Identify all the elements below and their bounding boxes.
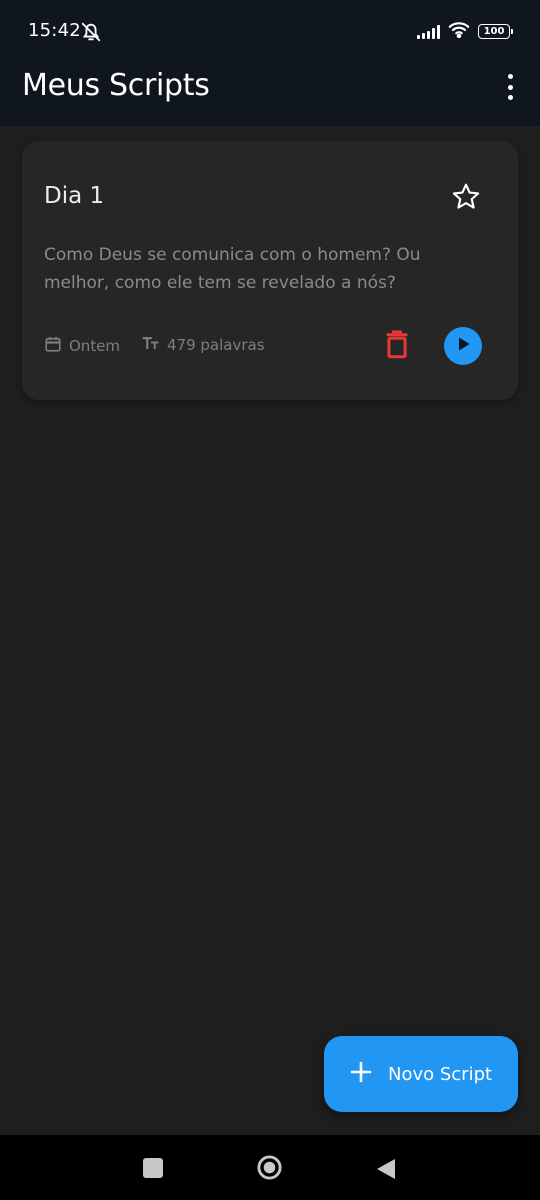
text-size-icon <box>142 335 160 355</box>
new-script-button[interactable]: Novo Script <box>324 1036 518 1112</box>
script-date-label: Ontem <box>69 337 121 355</box>
word-count-label: 479 palavras <box>167 336 265 354</box>
navigation-bar <box>0 1135 540 1200</box>
play-icon <box>455 336 471 356</box>
script-date: Ontem <box>44 335 120 357</box>
calendar-icon <box>44 335 62 357</box>
battery-icon: 100 <box>478 24 513 39</box>
app-bar: Meus Scripts <box>0 60 540 126</box>
script-title: Dia 1 <box>44 183 105 209</box>
status-icons: 100 <box>417 21 513 42</box>
wifi-icon <box>448 21 470 42</box>
page-title: Meus Scripts <box>22 68 210 103</box>
script-description: Como Deus se comunica com o homem? Ou me… <box>44 245 421 293</box>
back-icon[interactable] <box>375 1157 397 1181</box>
star-icon[interactable] <box>450 181 482 213</box>
delete-icon[interactable] <box>383 329 411 361</box>
alarm-off-icon <box>80 21 102 43</box>
recents-icon[interactable] <box>143 1158 163 1178</box>
plus-icon <box>350 1061 372 1087</box>
script-word-count: 479 palavras <box>142 335 265 355</box>
script-card[interactable]: Dia 1 Como Deus se comunica com o homem?… <box>22 141 518 400</box>
new-script-label: Novo Script <box>388 1063 493 1085</box>
signal-icon <box>417 24 440 39</box>
play-button[interactable] <box>444 327 482 365</box>
home-icon[interactable] <box>256 1154 283 1181</box>
screen: 15:42 100 Meus Scripts Dia 1 Como Deus s… <box>0 0 540 1200</box>
status-time: 15:42 <box>28 20 81 41</box>
status-bar: 15:42 100 <box>0 0 540 60</box>
more-vert-icon[interactable] <box>502 74 518 100</box>
battery-level: 100 <box>483 26 505 37</box>
